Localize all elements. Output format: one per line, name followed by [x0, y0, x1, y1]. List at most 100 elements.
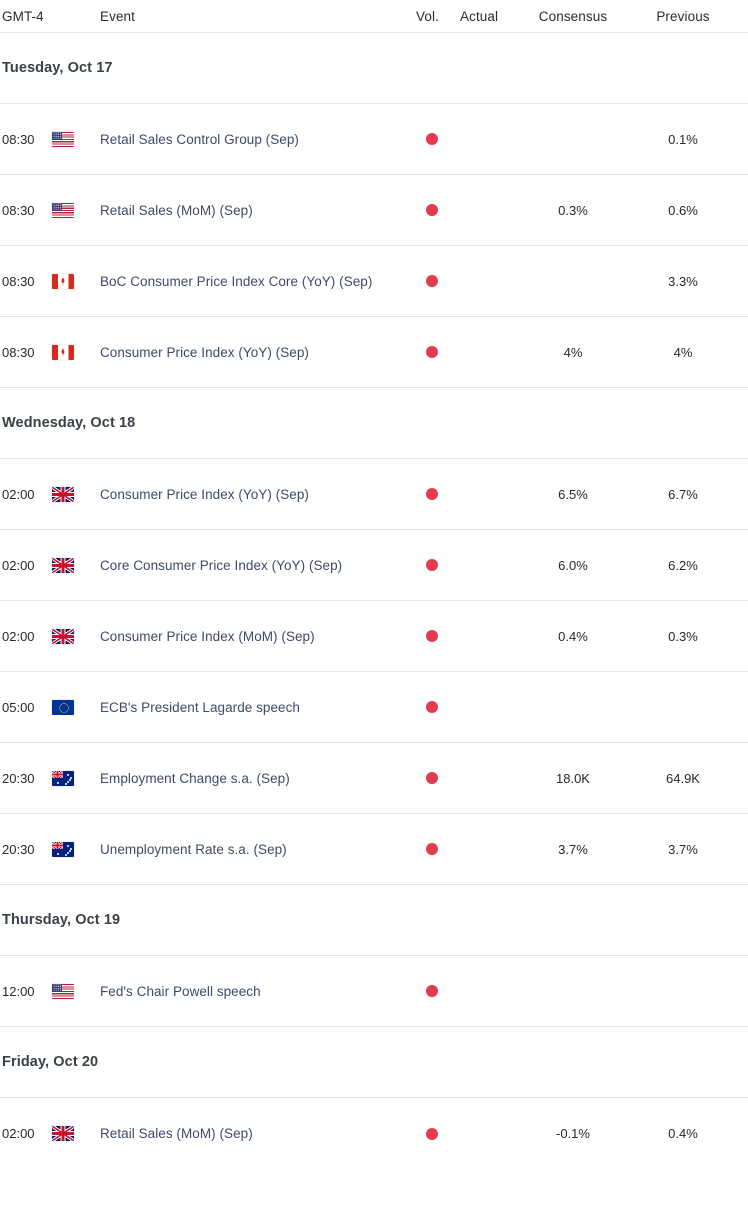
table-row[interactable]: 02:00 Consumer Price Index (YoY) (Sep) 6.5… [0, 459, 748, 530]
table-row[interactable]: 08:30 Consumer Price Index (YoY) (Sep) 4% 4… [0, 317, 748, 388]
column-header-timezone[interactable]: GMT-4 [0, 9, 50, 24]
event-name-cell: BoC Consumer Price Index Core (YoY) (Sep… [100, 274, 408, 289]
calendar-header-row: GMT-4 Event Vol. Actual Consensus Previo… [0, 0, 748, 33]
country-flag-cell[interactable] [50, 344, 100, 360]
calendar-body: Tuesday, Oct 17 08:30 Retail Sales Control… [0, 33, 748, 1169]
event-time: 08:30 [2, 273, 35, 289]
flag-icon-us [52, 131, 74, 147]
volatility-dot-icon [426, 559, 438, 571]
flag-icon-us [52, 202, 74, 218]
event-time: 12:00 [2, 983, 35, 999]
date-group-title: Friday, Oct 20 [2, 1054, 99, 1070]
table-row[interactable]: 08:30 BoC Consumer Price Index Core (YoY)… [0, 246, 748, 317]
event-time: 02:00 [2, 628, 35, 644]
country-flag-cell[interactable] [50, 628, 100, 644]
flag-icon-gb [52, 486, 74, 502]
flag-icon-ca [52, 273, 74, 289]
volatility-cell[interactable] [408, 772, 456, 784]
volatility-cell[interactable] [408, 488, 456, 500]
volatility-dot-icon [426, 275, 438, 287]
flag-icon-gb [52, 557, 74, 573]
date-group-title: Thursday, Oct 19 [2, 912, 121, 928]
event-name-link[interactable]: Fed's Chair Powell speech [100, 984, 261, 999]
event-time: 20:30 [2, 841, 35, 857]
volatility-cell[interactable] [408, 1127, 456, 1140]
volatility-cell[interactable] [408, 204, 456, 216]
event-name-cell: Unemployment Rate s.a. (Sep) [100, 842, 408, 857]
country-flag-cell[interactable] [50, 983, 100, 999]
table-row[interactable]: 20:30 Unemployment Rate s.a. (Sep) 3.7% 3.7… [0, 814, 748, 885]
volatility-dot-icon [426, 701, 438, 713]
date-group-header: Wednesday, Oct 18 [0, 388, 748, 459]
volatility-dot-icon [426, 985, 438, 997]
event-name-link[interactable]: Unemployment Rate s.a. (Sep) [100, 842, 287, 857]
column-header-event[interactable]: Event [100, 9, 408, 24]
event-name-cell: Employment Change s.a. (Sep) [100, 771, 408, 786]
event-name-link[interactable]: Retail Sales Control Group (Sep) [100, 132, 299, 147]
country-flag-cell[interactable] [50, 557, 100, 573]
consensus-value: 3.7% [558, 841, 588, 857]
volatility-cell[interactable] [408, 701, 456, 713]
volatility-cell[interactable] [408, 985, 456, 997]
event-name-link[interactable]: Consumer Price Index (YoY) (Sep) [100, 487, 309, 502]
event-name-link[interactable]: Core Consumer Price Index (YoY) (Sep) [100, 558, 342, 573]
column-header-actual[interactable]: Actual [456, 9, 518, 24]
volatility-cell[interactable] [408, 559, 456, 571]
country-flag-cell[interactable] [50, 770, 100, 786]
country-flag-cell[interactable] [50, 131, 100, 147]
economic-calendar: GMT-4 Event Vol. Actual Consensus Previo… [0, 0, 748, 1169]
event-name-cell: Consumer Price Index (MoM) (Sep) [100, 629, 408, 644]
volatility-cell[interactable] [408, 843, 456, 855]
country-flag-cell[interactable] [50, 699, 100, 715]
event-name-cell: Fed's Chair Powell speech [100, 984, 408, 999]
volatility-cell[interactable] [408, 133, 456, 145]
country-flag-cell[interactable] [50, 486, 100, 502]
table-row[interactable]: 12:00 Fed's Chair Powell speech [0, 956, 748, 1027]
flag-detail [52, 628, 74, 644]
consensus-value: 4% [563, 344, 583, 360]
country-flag-cell[interactable] [50, 841, 100, 857]
event-name-link[interactable]: Consumer Price Index (MoM) (Sep) [100, 629, 315, 644]
event-name-link[interactable]: Retail Sales (MoM) (Sep) [100, 1126, 253, 1141]
column-header-consensus[interactable]: Consensus [518, 9, 628, 24]
date-group-title: Wednesday, Oct 18 [2, 415, 136, 431]
event-name-link[interactable]: Employment Change s.a. (Sep) [100, 771, 290, 786]
consensus-value: 6.0% [558, 557, 588, 573]
previous-value: 0.6% [668, 202, 698, 218]
volatility-dot-icon [426, 772, 438, 784]
consensus-value: -0.1% [556, 1126, 590, 1141]
country-flag-cell[interactable] [50, 273, 100, 289]
flag-icon-gb [52, 1126, 74, 1141]
event-time: 08:30 [2, 344, 35, 360]
event-name-link[interactable]: Retail Sales (MoM) (Sep) [100, 203, 253, 218]
flag-icon-us [52, 983, 74, 999]
volatility-dot-icon [426, 204, 438, 216]
event-name-link[interactable]: Consumer Price Index (YoY) (Sep) [100, 345, 309, 360]
table-row[interactable]: 20:30 Employment Change s.a. (Sep) 18.0K 64… [0, 743, 748, 814]
table-row[interactable]: 08:30 Retail Sales Control Group (Sep) 0.1… [0, 104, 748, 175]
table-row[interactable]: 02:00 Consumer Price Index (MoM) (Sep) 0.4… [0, 601, 748, 672]
table-row[interactable]: 05:00 ECB's President Lagarde speech [0, 672, 748, 743]
column-header-volatility[interactable]: Vol. [408, 9, 456, 24]
event-name-link[interactable]: ECB's President Lagarde speech [100, 700, 300, 715]
volatility-cell[interactable] [408, 630, 456, 642]
flag-detail-cross [52, 770, 63, 778]
volatility-cell[interactable] [408, 346, 456, 358]
flag-star [65, 782, 68, 785]
event-name-cell: Consumer Price Index (YoY) (Sep) [100, 345, 408, 360]
event-time: 08:30 [2, 131, 35, 147]
event-time: 02:00 [2, 486, 35, 502]
table-row[interactable]: 02:00 Core Consumer Price Index (YoY) (Se… [0, 530, 748, 601]
event-name-link[interactable]: BoC Consumer Price Index Core (YoY) (Sep… [100, 274, 372, 289]
table-row[interactable]: 02:00 Retail Sales (MoM) (Sep) -0.1% 0.4% [0, 1098, 748, 1169]
flag-star [67, 844, 70, 847]
column-header-previous[interactable]: Previous [628, 9, 738, 24]
event-time: 02:00 [2, 557, 35, 573]
flag-icon-gb [52, 628, 74, 644]
country-flag-cell[interactable] [50, 1126, 100, 1141]
country-flag-cell[interactable] [50, 202, 100, 218]
volatility-cell[interactable] [408, 275, 456, 287]
consensus-value: 0.3% [558, 202, 588, 218]
flag-star [56, 852, 60, 856]
table-row[interactable]: 08:30 Retail Sales (MoM) (Sep) 0.3% 0.6% [0, 175, 748, 246]
